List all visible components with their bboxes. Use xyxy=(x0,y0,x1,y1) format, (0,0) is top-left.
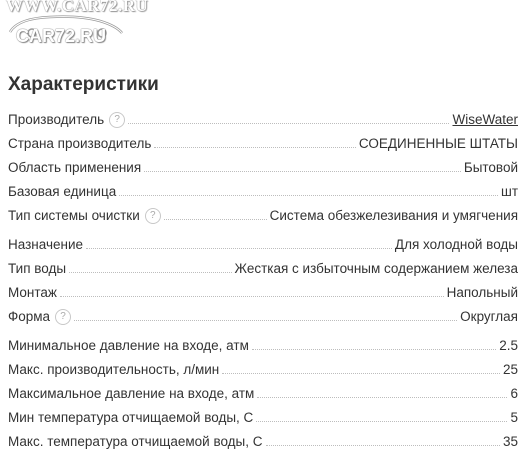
spec-value: Напольный xyxy=(446,285,518,300)
spec-name-label: Макс. температура отчищаемой воды, С xyxy=(8,434,263,449)
spec-row: Монтаж Напольный xyxy=(8,277,518,301)
dotted-leader xyxy=(257,397,508,398)
spec-name: Производитель? xyxy=(8,111,126,128)
dotted-leader xyxy=(154,147,356,148)
spec-value: Для холодной воды xyxy=(394,237,518,252)
spec-row: Тип системы очистки? Система обезжелезива… xyxy=(8,200,518,224)
spec-value: 5 xyxy=(510,410,518,425)
spec-value: 2.5 xyxy=(499,338,518,353)
spec-name: Максимальное давление на входе, атм xyxy=(8,385,254,402)
spec-name: Тип системы очистки? xyxy=(8,207,161,224)
spec-name: Базовая единица xyxy=(8,183,116,200)
watermark: WWW.CAR72.RU CAR72.RU xyxy=(6,0,148,54)
spec-value: Округлая xyxy=(460,309,518,324)
section-title: Характеристики xyxy=(8,74,159,95)
spec-row: Страна производитель СОЕДИНЕННЫЕ ШТАТЫ xyxy=(8,128,518,152)
spec-name-label: Макс. производительность, л/мин xyxy=(8,362,220,377)
spec-row: Назначение Для холодной воды xyxy=(8,229,518,253)
specs-group: Минимальное давление на входе, атм 2.5 Мак… xyxy=(8,330,518,450)
specs-group: Производитель? WiseWater Страна производит… xyxy=(8,104,518,224)
spec-name-label: Базовая единица xyxy=(8,184,117,199)
spec-row: Макс. производительность, л/мин 25 xyxy=(8,354,518,378)
help-question-icon[interactable]: ? xyxy=(144,207,161,224)
dotted-leader xyxy=(128,123,450,124)
spec-value: 25 xyxy=(502,362,518,377)
spec-value: СОЕДИНЕННЫЕ ШТАТЫ xyxy=(358,136,518,151)
dotted-leader xyxy=(163,219,267,220)
spec-name-label: Тип воды xyxy=(8,261,67,276)
watermark-logo-text: CAR72.RU xyxy=(16,26,107,46)
spec-name: Макс. производительность, л/мин xyxy=(8,361,219,378)
dotted-leader xyxy=(256,421,508,422)
specs-group: Назначение Для холодной воды Тип воды Жестк… xyxy=(8,229,518,325)
spec-name: Назначение xyxy=(8,236,83,253)
spec-name-label: Область применения xyxy=(8,160,142,175)
spec-name: Минимальное давление на входе, атм xyxy=(8,337,249,354)
help-question-icon[interactable]: ? xyxy=(55,308,72,325)
dotted-leader xyxy=(251,349,497,350)
dotted-leader xyxy=(119,195,498,196)
dotted-leader xyxy=(69,272,232,273)
spec-value: Система обезжелезивания и умягчения xyxy=(269,208,518,223)
spec-value: 6 xyxy=(510,386,518,401)
dotted-leader xyxy=(265,445,500,446)
spec-row: Макс. температура отчищаемой воды, С 35 xyxy=(8,426,518,450)
spec-name: Монтаж xyxy=(8,284,57,301)
help-question-icon[interactable]: ? xyxy=(109,111,126,128)
spec-value: 35 xyxy=(502,434,518,449)
spec-name-label: Монтаж xyxy=(8,285,57,300)
specs-list: Производитель? WiseWater Страна производит… xyxy=(8,104,518,455)
spec-name-label: Минимальное давление на входе, атм xyxy=(8,338,249,353)
spec-name-label: Тип системы очистки xyxy=(8,208,140,223)
spec-row: Максимальное давление на входе, атм 6 xyxy=(8,378,518,402)
spec-name: Макс. температура отчищаемой воды, С xyxy=(8,433,263,450)
dotted-leader xyxy=(144,171,461,172)
spec-row: Область применения Бытовой xyxy=(8,152,518,176)
spec-row: Минимальное давление на входе, атм 2.5 xyxy=(8,330,518,354)
spec-row: Производитель? WiseWater xyxy=(8,104,518,128)
dotted-leader xyxy=(59,296,444,297)
spec-value: шт xyxy=(500,184,518,199)
spec-name: Страна производитель xyxy=(8,135,151,152)
spec-row: Форма? Округлая xyxy=(8,301,518,325)
spec-row: Базовая единица шт xyxy=(8,176,518,200)
spec-name: Форма? xyxy=(8,308,72,325)
dotted-leader xyxy=(86,248,392,249)
spec-name-label: Максимальное давление на входе, атм xyxy=(8,386,255,401)
spec-value: Жесткая с избыточным содержанием железа xyxy=(234,261,518,276)
spec-name-label: Форма xyxy=(8,309,51,324)
spec-value: Бытовой xyxy=(463,160,518,175)
spec-name: Тип воды xyxy=(8,260,66,277)
dotted-leader xyxy=(74,320,458,321)
spec-name-label: Страна производитель xyxy=(8,136,152,151)
spec-value-link[interactable]: WiseWater xyxy=(452,111,518,128)
spec-name: Мин температура отчищаемой воды, С xyxy=(8,409,253,426)
spec-name: Область применения xyxy=(8,159,141,176)
spec-row: Тип воды Жесткая с избыточным содержанием… xyxy=(8,253,518,277)
dotted-leader xyxy=(222,373,500,374)
spec-name-label: Производитель xyxy=(8,112,105,127)
spec-name-label: Назначение xyxy=(8,237,84,252)
spec-row: Мин температура отчищаемой воды, С 5 xyxy=(8,402,518,426)
spec-name-label: Мин температура отчищаемой воды, С xyxy=(8,410,254,425)
